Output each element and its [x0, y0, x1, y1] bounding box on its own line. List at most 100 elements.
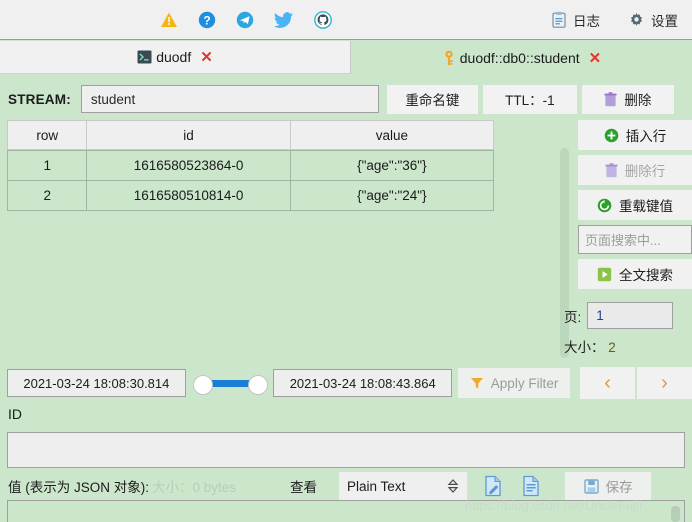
column-header-value[interactable]: value: [290, 120, 494, 150]
chevron-left-icon: ‹: [604, 371, 611, 394]
trash-icon: [604, 91, 618, 107]
table-row[interactable]: 1 1616580523864-0 {"age":"36"}: [7, 150, 494, 181]
play-icon: [597, 267, 612, 282]
page-size-value: 2: [608, 340, 616, 355]
settings-label: 设置: [651, 14, 678, 29]
id-field-input[interactable]: [7, 432, 685, 468]
apply-filter-button[interactable]: Apply Filter: [458, 368, 571, 398]
key-name-input[interactable]: student: [80, 85, 379, 113]
next-page-button[interactable]: ›: [637, 367, 692, 399]
time-range-filter-bar: 2021-03-24 18:08:30.814 2021-03-24 18:08…: [0, 366, 692, 400]
redis-desktop-manager-window: ? 日志 设置 duodf ✕ duodf::db0::student ✕ ST…: [0, 0, 692, 522]
value-field-label: 值 (表示为 JSON 对象):: [8, 480, 149, 495]
fulltext-search-button[interactable]: 全文搜索: [578, 259, 692, 289]
cell-id-2: 1616580510814-0: [87, 181, 291, 211]
previous-page-button[interactable]: ‹: [580, 367, 636, 399]
insert-row-label: 插入行: [625, 129, 667, 144]
stream-key-row: STREAM: student 重命名键 TTL：-1 删除: [0, 82, 692, 116]
ttl-button[interactable]: TTL：-1: [482, 84, 577, 114]
key-actions-panel: 插入行 删除行 重载键值 页面搜索中... 全文搜索: [578, 120, 692, 294]
delete-key-label: 删除: [624, 93, 652, 108]
tab-bar: duodf ✕ duodf::db0::student ✕: [0, 41, 692, 74]
save-value-label: 保存: [605, 480, 633, 495]
fulltext-search-label: 全文搜索: [619, 268, 673, 283]
cell-row-2: 2: [7, 181, 88, 211]
reload-value-button[interactable]: 重载键值: [578, 190, 692, 220]
help-icon[interactable]: ?: [198, 11, 216, 29]
page-number-input[interactable]: 1: [587, 302, 674, 329]
save-value-button[interactable]: 保存: [565, 471, 652, 501]
edit-document-icon[interactable]: [481, 474, 505, 498]
range-slider-handle-right[interactable]: [247, 375, 268, 395]
page-size-label: 大小：: [564, 340, 605, 355]
filter-start-date-input[interactable]: 2021-03-24 18:08:30.814: [7, 369, 186, 397]
chevron-right-icon: ›: [661, 371, 668, 394]
page-number-value: 1: [596, 308, 604, 323]
tab-student-close-icon[interactable]: ✕: [589, 49, 602, 67]
svg-text:?: ?: [203, 13, 210, 27]
value-editor-scrollbar[interactable]: [671, 506, 680, 522]
top-toolbar: ? 日志 设置: [0, 0, 692, 40]
refresh-icon: [597, 198, 612, 213]
page-search-placeholder: 页面搜索中...: [585, 233, 661, 248]
log-button[interactable]: 日志: [551, 10, 600, 30]
github-icon[interactable]: [314, 11, 332, 29]
value-format-selected: Plain Text: [347, 478, 406, 494]
cell-value-1: {"age":"36"}: [290, 150, 494, 181]
view-label: 查看: [290, 480, 318, 495]
value-format-select[interactable]: Plain Text: [339, 472, 468, 500]
trash-icon: [605, 162, 618, 178]
page-number-row: 页: 1: [564, 302, 674, 329]
delete-row-button[interactable]: 删除行: [578, 155, 692, 185]
column-header-id[interactable]: id: [87, 120, 291, 150]
toolbar-right-actions: 日志 设置: [551, 0, 678, 40]
key-icon: [442, 50, 456, 66]
floppy-save-icon: [583, 478, 599, 494]
page-label: 页:: [564, 309, 582, 325]
rename-key-button[interactable]: 重命名键: [386, 84, 478, 114]
range-slider-handle-left[interactable]: [192, 375, 213, 395]
value-editor-textarea[interactable]: [7, 500, 685, 522]
cell-id-1: 1616580523864-0: [87, 150, 291, 181]
view-document-icon[interactable]: [519, 474, 543, 498]
toolbar-social-icons: ?: [160, 0, 332, 40]
twitter-icon[interactable]: [274, 11, 294, 29]
value-size-text: 大小：0 bytes: [152, 480, 237, 495]
delete-row-label: 删除行: [624, 164, 666, 179]
ttl-label: TTL：-1: [505, 93, 555, 108]
telegram-icon[interactable]: [236, 11, 254, 29]
key-name-value: student: [90, 91, 136, 107]
id-field-label: ID: [8, 406, 22, 422]
stream-type-label: STREAM:: [8, 91, 71, 107]
page-search-input[interactable]: 页面搜索中...: [578, 225, 692, 254]
table-header-row: row id value: [7, 120, 494, 150]
filter-end-date-input[interactable]: 2021-03-24 18:08:43.864: [273, 369, 453, 397]
gear-icon: [628, 12, 645, 29]
console-icon: [137, 50, 152, 64]
time-range-slider[interactable]: [191, 369, 268, 397]
tab-duodf-label: duodf: [156, 49, 192, 65]
filter-end-date-value: 2021-03-24 18:08:43.864: [289, 375, 436, 391]
tab-duodf[interactable]: duodf ✕: [0, 41, 351, 74]
log-label: 日志: [573, 14, 600, 29]
clipboard-icon: [551, 11, 567, 29]
rename-key-label: 重命名键: [405, 93, 460, 108]
reload-value-label: 重载键值: [619, 199, 673, 214]
table-row[interactable]: 2 1616580510814-0 {"age":"24"}: [7, 181, 494, 211]
tab-student-label: duodf::db0::student: [459, 49, 580, 66]
funnel-icon: [470, 376, 484, 390]
updown-chevron-icon: [447, 478, 459, 494]
column-header-row[interactable]: row: [7, 120, 88, 150]
tab-duodf-db0-student[interactable]: duodf::db0::student ✕: [351, 41, 692, 74]
tab-duodf-close-icon[interactable]: ✕: [200, 48, 213, 66]
settings-button[interactable]: 设置: [628, 10, 678, 30]
stream-entries-table: row id value 1 1616580523864-0 {"age":"3…: [7, 120, 494, 211]
delete-key-button[interactable]: 删除: [581, 84, 674, 114]
warning-icon[interactable]: [160, 11, 178, 29]
insert-row-button[interactable]: 插入行: [578, 120, 692, 150]
apply-filter-label: Apply Filter: [490, 375, 559, 391]
plus-circle-icon: [604, 128, 619, 143]
cell-value-2: {"age":"24"}: [290, 181, 494, 211]
filter-start-date-value: 2021-03-24 18:08:30.814: [23, 375, 170, 391]
value-editor-toolbar: 值 (表示为 JSON 对象): 大小：0 bytes 查看 Plain Tex…: [0, 470, 692, 502]
